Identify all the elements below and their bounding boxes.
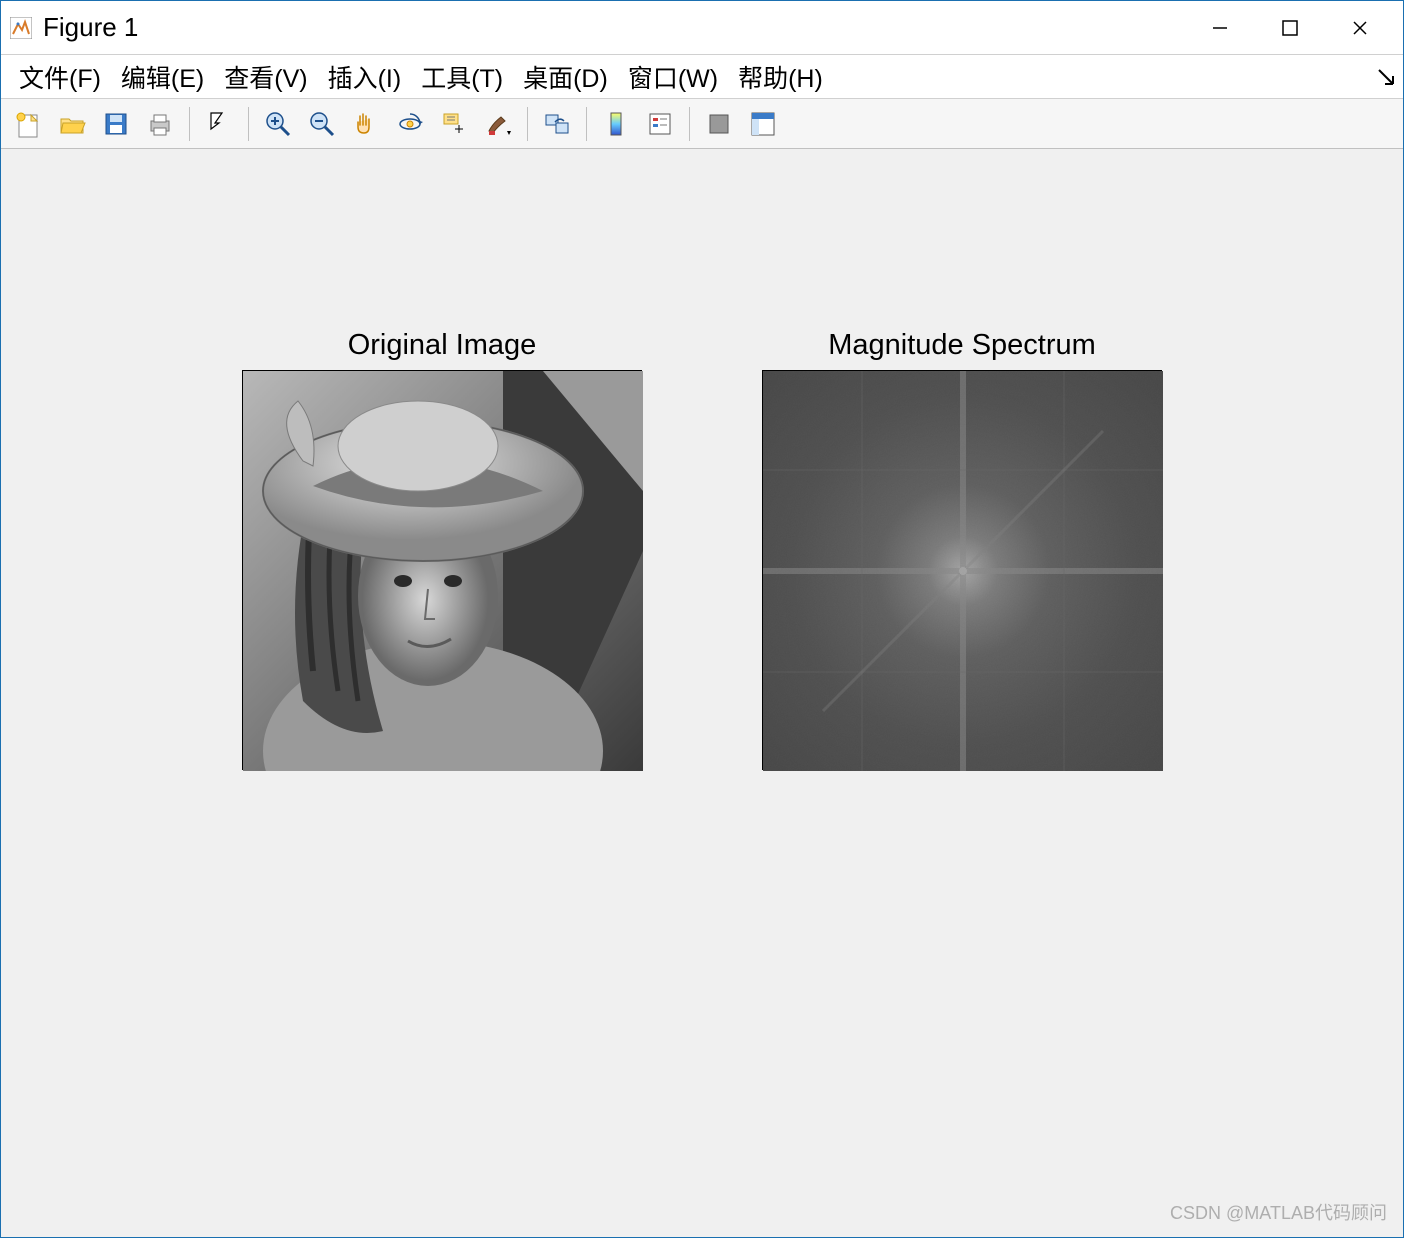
open-button[interactable] [51,103,93,145]
brush-button[interactable] [477,103,519,145]
toolbar-separator [689,107,690,141]
toolbar-separator [586,107,587,141]
link-plots-button[interactable] [536,103,578,145]
hide-plot-tools-button[interactable] [698,103,740,145]
subplot-row: Original Image [1,329,1403,770]
zoom-in-button[interactable] [257,103,299,145]
edit-plot-button[interactable] [198,103,240,145]
maximize-button[interactable] [1255,1,1325,55]
subplot-title-left: Original Image [242,329,642,362]
window-controls [1185,1,1395,55]
menu-insert[interactable]: 插入(I) [318,55,412,99]
zoom-out-button[interactable] [301,103,343,145]
menu-bar: 文件(F) 编辑(E) 查看(V) 插入(I) 工具(T) 桌面(D) 窗口(W… [1,55,1403,99]
menu-desktop[interactable]: 桌面(D) [513,55,618,99]
toolbar [1,99,1403,149]
insert-colorbar-button[interactable] [595,103,637,145]
subplot-left: Original Image [242,329,642,770]
menu-tools[interactable]: 工具(T) [411,55,513,99]
subplot-right: Magnitude Spectrum [762,329,1162,770]
toolbar-separator [527,107,528,141]
insert-legend-button[interactable] [639,103,681,145]
toolbar-separator [189,107,190,141]
dock-arrow-icon[interactable] [1377,68,1395,86]
minimize-button[interactable] [1185,1,1255,55]
subplot-title-right: Magnitude Spectrum [762,329,1162,362]
menu-file[interactable]: 文件(F) [9,55,111,99]
print-button[interactable] [139,103,181,145]
menu-window[interactable]: 窗口(W) [618,55,728,99]
save-button[interactable] [95,103,137,145]
menu-view[interactable]: 查看(V) [214,55,317,99]
original-image[interactable] [242,370,642,770]
new-figure-button[interactable] [7,103,49,145]
figure-canvas: Original Image [1,149,1403,1237]
magnitude-spectrum-image[interactable] [762,370,1162,770]
menu-edit[interactable]: 编辑(E) [111,55,214,99]
menu-help[interactable]: 帮助(H) [728,55,833,99]
show-plot-tools-button[interactable] [742,103,784,145]
close-button[interactable] [1325,1,1395,55]
rotate-3d-button[interactable] [389,103,431,145]
toolbar-separator [248,107,249,141]
data-cursor-button[interactable] [433,103,475,145]
window-title: Figure 1 [43,12,1185,43]
matlab-figure-icon [9,16,33,40]
pan-button[interactable] [345,103,387,145]
watermark-text: CSDN @MATLAB代码顾问 [1170,1199,1387,1225]
title-bar: Figure 1 [1,1,1403,55]
